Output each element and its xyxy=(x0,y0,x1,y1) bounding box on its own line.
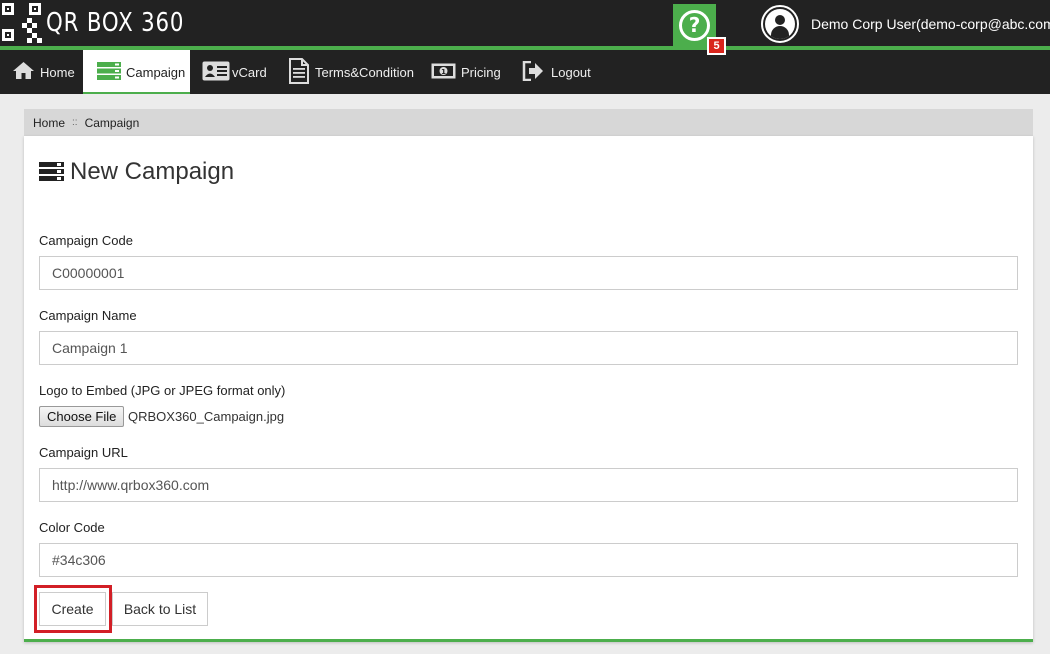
nav-label-logout: Logout xyxy=(551,64,591,80)
panel-accent-line xyxy=(24,639,1033,642)
breadcrumb: Home :: Campaign xyxy=(24,109,1033,136)
breadcrumb-home[interactable]: Home xyxy=(33,116,65,130)
campaign-code-label: Campaign Code xyxy=(39,233,133,248)
back-to-list-button[interactable]: Back to List xyxy=(112,592,208,626)
nav-item-logout[interactable]: Logout xyxy=(522,50,591,94)
campaign-name-input[interactable] xyxy=(39,331,1018,365)
campaign-name-label: Campaign Name xyxy=(39,308,137,323)
logo[interactable]: QR BOX 360 xyxy=(0,0,215,46)
user-name[interactable]: Demo Corp User(demo-corp@abc.com) xyxy=(811,16,1050,32)
breadcrumb-current: Campaign xyxy=(84,115,140,130)
user-avatar[interactable] xyxy=(761,5,799,43)
nav-label-home: Home xyxy=(40,64,75,80)
vcard-icon xyxy=(202,61,230,84)
nav-item-vcard[interactable]: vCard xyxy=(202,50,267,94)
document-icon xyxy=(288,57,310,87)
nav-label-terms: Terms&Condition xyxy=(315,64,414,80)
color-code-label: Color Code xyxy=(39,520,105,535)
notification-badge: 5 xyxy=(707,37,726,55)
campaign-icon xyxy=(97,61,121,83)
nav-item-home[interactable]: Home xyxy=(12,50,75,94)
page-title: New Campaign xyxy=(39,158,234,186)
campaign-url-input[interactable] xyxy=(39,468,1018,502)
nav-item-campaign[interactable]: Campaign xyxy=(83,50,190,94)
nav-item-terms[interactable]: Terms&Condition xyxy=(288,50,414,94)
help-icon: ? xyxy=(679,9,710,41)
home-icon xyxy=(12,61,35,83)
nav-label-pricing: Pricing xyxy=(461,64,501,80)
svg-text:1: 1 xyxy=(441,68,446,76)
nav-item-pricing[interactable]: 1 Pricing xyxy=(431,50,501,94)
qr-logo-icon xyxy=(0,0,44,46)
top-header: QR BOX 360 ? Demo Corp User(demo-corp@ab… xyxy=(0,0,1050,46)
choose-file-button[interactable]: Choose File xyxy=(39,406,125,427)
create-button-highlight xyxy=(34,585,112,633)
campaign-code-input[interactable] xyxy=(39,256,1018,290)
page-title-text: New Campaign xyxy=(70,158,235,185)
logo-label: Logo to Embed (JPG or JPEG format only) xyxy=(39,383,286,398)
money-icon: 1 xyxy=(431,63,456,82)
logo-text: QR BOX 360 xyxy=(46,8,185,38)
breadcrumb-separator: :: xyxy=(72,117,78,128)
campaign-icon xyxy=(39,162,64,182)
color-code-input[interactable] xyxy=(39,543,1018,577)
campaign-url-label: Campaign URL xyxy=(39,445,128,460)
main-nav: Home Campaign vCard Terms&Condition 1 Pr… xyxy=(0,50,1050,94)
selected-file-name: QRBOX360_Campaign.jpg xyxy=(128,409,285,424)
logout-icon xyxy=(522,60,544,84)
nav-label-vcard: vCard xyxy=(232,64,267,80)
new-campaign-panel: New Campaign Campaign Code Campaign Name… xyxy=(24,136,1033,642)
nav-label-campaign: Campaign xyxy=(126,64,186,80)
user-icon xyxy=(765,9,795,39)
